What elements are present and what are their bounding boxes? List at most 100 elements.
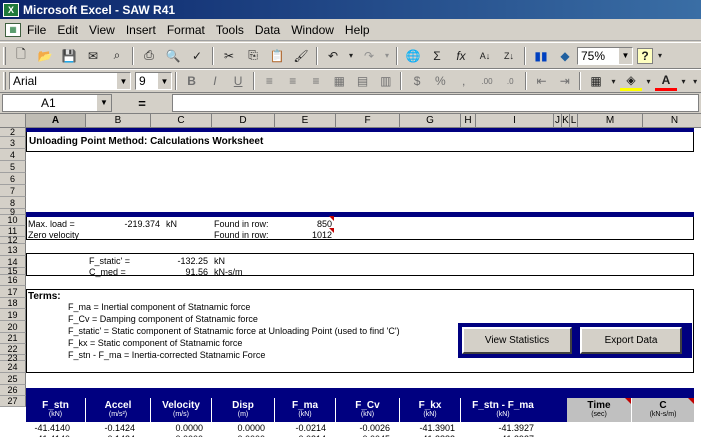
sheet-content[interactable]: Unloading Point Method: Calculations Wor… — [26, 128, 701, 437]
row-header-24[interactable]: 24 — [0, 361, 26, 373]
row-header-7[interactable]: 7 — [0, 185, 26, 197]
chart-wizard-icon[interactable]: ▮▮ — [530, 46, 552, 66]
row-header-25[interactable]: 25 — [0, 373, 26, 385]
row-header-13[interactable]: 13 — [0, 244, 26, 256]
table-cell[interactable]: 0.0000 — [212, 423, 265, 433]
format-painter-icon[interactable]: 🖌 — [290, 46, 312, 66]
row-header-18[interactable]: 18 — [0, 298, 26, 309]
hyperlink-icon[interactable]: 🌐 — [402, 46, 424, 66]
menu-file[interactable]: File — [27, 23, 46, 37]
font-color-icon[interactable]: A — [655, 71, 677, 91]
increase-decimal-icon[interactable]: .00 — [476, 71, 497, 91]
print-preview-icon[interactable]: 🔍 — [162, 46, 184, 66]
table-cell[interactable]: -0.0026 — [336, 423, 390, 433]
menu-help[interactable]: Help — [345, 23, 370, 37]
drawing-icon[interactable]: ◆ — [554, 46, 576, 66]
merge-center-icon[interactable]: ▦ — [329, 71, 350, 91]
email-icon[interactable]: ✉ — [82, 46, 104, 66]
table-cell[interactable]: -0.0214 — [275, 423, 326, 433]
percent-icon[interactable]: % — [430, 71, 451, 91]
search-icon[interactable]: ⌕ — [106, 46, 128, 66]
bold-icon[interactable]: B — [181, 71, 202, 91]
font-size-select[interactable]: 9 ▼ — [135, 72, 172, 90]
row-header-17[interactable]: 17 — [0, 286, 26, 298]
menu-window[interactable]: Window — [291, 23, 334, 37]
row-header-5[interactable]: 5 — [0, 161, 26, 173]
menu-edit[interactable]: Edit — [57, 23, 78, 37]
name-box[interactable]: A1 ▼ — [2, 94, 112, 112]
column-header-g[interactable]: G — [400, 114, 461, 128]
print-icon[interactable]: ⎙ — [138, 46, 160, 66]
column-header-e[interactable]: E — [275, 114, 336, 128]
menu-format[interactable]: Format — [167, 23, 205, 37]
align-right-icon[interactable]: ≡ — [305, 71, 326, 91]
column-header-n[interactable]: N — [643, 114, 701, 128]
justify-icon[interactable]: ▤ — [352, 71, 373, 91]
sort-ascending-icon[interactable]: A↓ — [474, 46, 496, 66]
formula-equals[interactable]: = — [112, 96, 172, 111]
font-name-select[interactable]: Arial ▼ — [8, 72, 132, 90]
toolbar-grip[interactable] — [3, 46, 6, 65]
select-all-corner[interactable] — [0, 114, 26, 128]
decrease-decimal-icon[interactable]: .0 — [500, 71, 521, 91]
toolbar-grip[interactable] — [3, 72, 6, 90]
redo-dropdown-icon[interactable]: ▾ — [382, 46, 392, 66]
undo-icon[interactable]: ↶ — [322, 46, 344, 66]
row-header-20[interactable]: 20 — [0, 321, 26, 333]
chevron-down-icon[interactable]: ▼ — [97, 95, 111, 111]
row-header-19[interactable]: 19 — [0, 309, 26, 321]
toolbar-options-icon[interactable]: ▾ — [690, 71, 700, 91]
italic-icon[interactable]: I — [204, 71, 225, 91]
copy-icon[interactable]: ⎘ — [242, 46, 264, 66]
save-icon[interactable]: 💾 — [58, 46, 80, 66]
comment-indicator[interactable] — [329, 216, 334, 221]
column-header-j[interactable]: J — [554, 114, 562, 128]
menu-tools[interactable]: Tools — [216, 23, 244, 37]
column-header-l[interactable]: L — [570, 114, 578, 128]
table-cell[interactable]: -41.3901 — [400, 423, 455, 433]
column-header-m[interactable]: M — [578, 114, 643, 128]
column-header-a[interactable]: A — [26, 114, 86, 128]
row-header-3[interactable]: 3 — [0, 137, 26, 149]
distribute-icon[interactable]: ▥ — [375, 71, 396, 91]
workbook-icon[interactable]: ▦ — [5, 22, 21, 37]
currency-icon[interactable]: $ — [406, 71, 427, 91]
comma-style-icon[interactable]: , — [453, 71, 474, 91]
align-left-icon[interactable]: ≡ — [259, 71, 280, 91]
menu-insert[interactable]: Insert — [126, 23, 156, 37]
help-icon[interactable]: ? — [637, 47, 653, 64]
column-header-k[interactable]: K — [562, 114, 570, 128]
font-color-dropdown-icon[interactable]: ▾ — [679, 71, 689, 91]
open-icon[interactable]: 📂 — [34, 46, 56, 66]
align-center-icon[interactable]: ≡ — [282, 71, 303, 91]
fill-color-dropdown-icon[interactable]: ▾ — [644, 71, 654, 91]
menu-data[interactable]: Data — [255, 23, 280, 37]
chevron-down-icon[interactable]: ▼ — [618, 47, 632, 64]
row-header-6[interactable]: 6 — [0, 173, 26, 185]
toolbar-options-icon[interactable]: ▾ — [655, 46, 665, 66]
comment-indicator[interactable] — [688, 398, 694, 404]
borders-icon[interactable]: ▦ — [585, 71, 606, 91]
row-header-4[interactable]: 4 — [0, 149, 26, 161]
formula-input[interactable] — [172, 94, 699, 112]
export-data-button[interactable]: Export Data — [580, 327, 682, 354]
sort-descending-icon[interactable]: Z↓ — [498, 46, 520, 66]
view-statistics-button[interactable]: View Statistics — [462, 327, 572, 354]
zoom-select[interactable]: 75% ▼ — [577, 46, 633, 65]
undo-dropdown-icon[interactable]: ▾ — [346, 46, 356, 66]
increase-indent-icon[interactable]: ⇥ — [554, 71, 575, 91]
row-header-15[interactable]: 15 — [0, 267, 26, 276]
column-header-h[interactable]: H — [461, 114, 476, 128]
row-header-27[interactable]: 27 — [0, 396, 26, 407]
column-header-i[interactable]: I — [476, 114, 554, 128]
row-header-16[interactable]: 16 — [0, 275, 26, 286]
column-header-b[interactable]: B — [86, 114, 151, 128]
table-cell[interactable]: -41.3927 — [461, 423, 534, 433]
table-cell[interactable]: -0.1424 — [86, 423, 135, 433]
underline-icon[interactable]: U — [228, 71, 249, 91]
cut-icon[interactable]: ✂ — [218, 46, 240, 66]
spelling-icon[interactable]: ✓ — [186, 46, 208, 66]
borders-dropdown-icon[interactable]: ▾ — [609, 71, 619, 91]
column-header-c[interactable]: C — [151, 114, 212, 128]
fill-color-icon[interactable]: ◈ — [620, 71, 642, 91]
